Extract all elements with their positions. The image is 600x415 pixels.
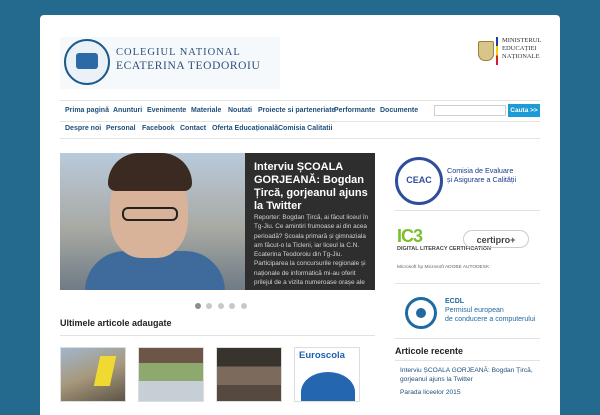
ministry-text: MINISTERUL EDUCAȚIEI NAȚIONALE (502, 37, 541, 61)
slider-dot-3[interactable] (217, 303, 224, 309)
ecdl-title: ECDL (445, 298, 465, 305)
nav-despre-noi[interactable]: Despre noi (65, 125, 101, 132)
article-thumb-4[interactable]: Euroscola (294, 347, 360, 402)
nav-documente[interactable]: Documente (380, 107, 418, 114)
slider-dot-4[interactable] (229, 303, 236, 309)
certiport-logo: certipro+ (463, 230, 529, 248)
flag-stripe-icon (496, 37, 498, 65)
nav-facebook[interactable]: Facebook (142, 125, 175, 132)
slide-caption: Interviu ȘCOALA GORJEANĂ: Bogdan Țircă, … (245, 153, 375, 290)
article-thumb-3[interactable] (216, 347, 282, 402)
school-logo[interactable]: COLEGIUL NATIONAL ECATERINA TEODOROIU (60, 37, 280, 89)
brand-logos: Microsoft hp Microsoft ADOBE AUTODESK (397, 265, 490, 270)
nav-prima-pagina[interactable]: Prima pagină (65, 107, 109, 114)
slider-dot-5[interactable] (240, 303, 247, 309)
ceac-banner[interactable]: CEAC Comisia de Evaluare și Asigurare a … (395, 153, 540, 211)
ministry-line-3: NAȚIONALE (502, 53, 540, 60)
ceac-text-line-1: Comisia de Evaluare (447, 166, 514, 175)
search-button[interactable]: Cauta >> (508, 104, 540, 117)
recent-article-link[interactable]: Parada liceelor 2015 (400, 389, 540, 398)
slide-excerpt: Reporter: Bogdan Țircă, ai făcut liceul … (254, 214, 369, 287)
nav-proiecte[interactable]: Proiecte si parteneriate (258, 107, 335, 114)
euroscola-label: Euroscola (299, 350, 345, 361)
logo-line-1: COLEGIUL NATIONAL (116, 47, 241, 58)
article-thumb-2[interactable] (138, 347, 204, 402)
primary-nav: Prima pagină Anunturi Evenimente Materia… (60, 100, 540, 122)
featured-photo[interactable] (60, 153, 245, 290)
section-divider (60, 335, 375, 336)
ecdl-subtitle: Permisul european de conducere a compute… (445, 307, 535, 324)
slider-dot-1[interactable] (195, 303, 201, 309)
photo-glasses (122, 207, 178, 221)
nav-oferta-educationala[interactable]: Oferta Educațională (212, 125, 278, 132)
ecdl-line-2: de conducere a computerului (445, 315, 536, 323)
slider-pagination (195, 296, 248, 309)
article-thumb-1[interactable] (60, 347, 126, 402)
slider-dot-2[interactable] (206, 303, 213, 309)
site-header: COLEGIUL NATIONAL ECATERINA TEODOROIU MI… (40, 15, 560, 100)
photo-hair (108, 153, 192, 191)
certification-banner[interactable]: IC3 DIGITAL LITERACY CERTIFICATION certi… (395, 218, 540, 284)
nav-anunturi[interactable]: Anunturi (113, 107, 142, 114)
ministry-line-1: MINISTERUL (502, 37, 542, 44)
nav-materiale[interactable]: Materiale (191, 107, 221, 114)
ministry-logo[interactable]: MINISTERUL EDUCAȚIEI NAȚIONALE (478, 37, 541, 73)
ministry-line-2: EDUCAȚIEI (502, 45, 537, 52)
latest-articles-heading: Ultimele articole adaugate (60, 318, 172, 328)
euroscola-graphic (301, 372, 355, 401)
school-seal-icon (64, 39, 110, 85)
ceac-logo-icon: CEAC (395, 157, 443, 205)
page-container: COLEGIUL NATIONAL ECATERINA TEODOROIU MI… (40, 15, 560, 415)
slide-title[interactable]: Interviu ȘCOALA GORJEANĂ: Bogdan Țircă, … (254, 161, 369, 213)
ceac-logo-text: CEAC (406, 175, 432, 185)
ic3-logo: IC3 (397, 226, 423, 246)
nav-noutati[interactable]: Noutati (228, 107, 252, 114)
secondary-nav: Despre noi Personal Facebook Contact Ofe… (60, 120, 540, 139)
logo-line-2: ECATERINA TEODOROIU (116, 60, 261, 72)
ceac-text: Comisia de Evaluare și Asigurare a Calit… (447, 166, 516, 184)
search-input[interactable] (434, 105, 506, 116)
nav-contact[interactable]: Contact (180, 125, 206, 132)
coat-of-arms-icon (478, 41, 494, 61)
nav-performante[interactable]: Performante (334, 107, 375, 114)
sidebar-divider (395, 360, 540, 361)
ceac-text-line-2: și Asigurare a Calității (447, 175, 517, 184)
recent-article-link[interactable]: Interviu ȘCOALA GORJEANĂ: Bogdan Țircă, … (400, 367, 540, 384)
ecdl-banner[interactable]: ECDL Permisul european de conducere a co… (395, 293, 540, 339)
featured-slider[interactable]: Interviu ȘCOALA GORJEANĂ: Bogdan Țircă, … (60, 153, 375, 290)
nav-personal[interactable]: Personal (106, 125, 136, 132)
ecdl-line-1: Permisul european (445, 307, 504, 314)
recent-articles-heading: Articole recente (395, 346, 464, 356)
nav-evenimente[interactable]: Evenimente (147, 107, 186, 114)
nav-comisia-calitatii[interactable]: Comisia Calitatii (278, 125, 332, 132)
ecdl-logo-icon (405, 297, 437, 329)
